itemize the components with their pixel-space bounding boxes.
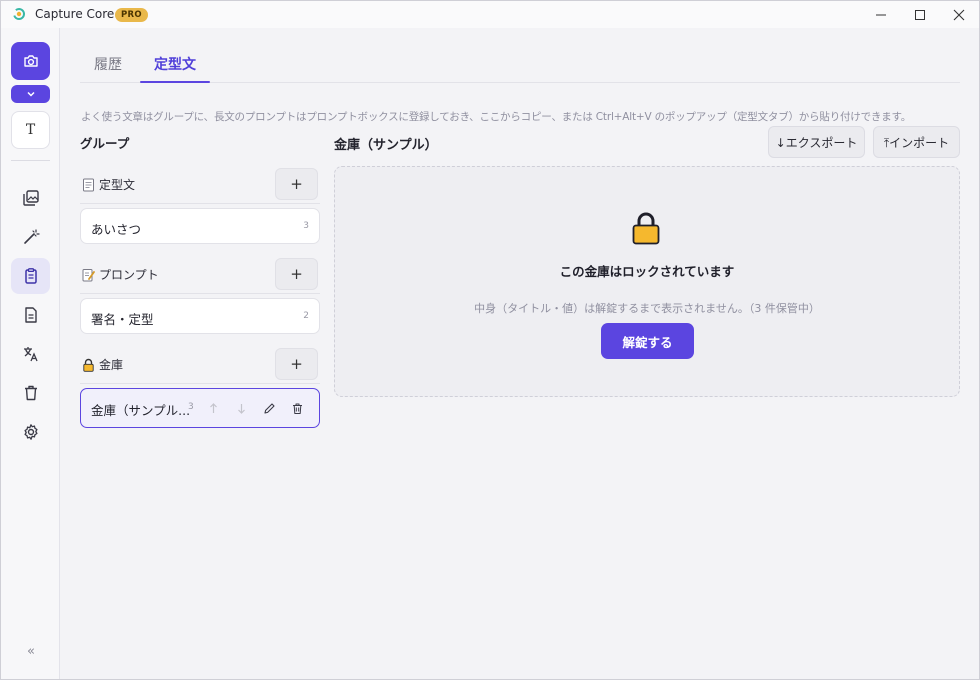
maximize-button[interactable] (900, 1, 940, 28)
minimize-button[interactable] (861, 1, 901, 28)
clipboard-icon (24, 268, 37, 284)
sidebar-item-trash[interactable] (11, 375, 50, 411)
sidebar-item-gallery[interactable] (11, 180, 50, 216)
trash-icon (292, 403, 302, 414)
add-fixed-phrase-group-button[interactable]: + (275, 168, 318, 200)
pencil-memo-icon (82, 268, 95, 281)
section-vault: 金庫 (82, 356, 123, 373)
add-prompt-group-button[interactable]: + (275, 258, 318, 290)
capture-mode-dropdown[interactable] (11, 85, 50, 103)
maximize-icon (915, 9, 925, 20)
tab-fixed-phrases[interactable]: 定型文 (154, 54, 196, 74)
move-down-button[interactable] (233, 400, 249, 416)
unlock-button[interactable]: 解錠する (601, 323, 694, 359)
locked-subtext: 中身（タイトル・値）は解錠するまで表示されません。（3 件保管中） (474, 302, 820, 315)
section-prompts: プロンプト (82, 266, 159, 283)
active-tab-indicator (140, 81, 210, 83)
sidebar-item-snippets[interactable] (11, 258, 50, 294)
groups-heading: グループ (80, 136, 130, 151)
sidebar-divider (11, 160, 50, 161)
lock-icon (83, 358, 94, 372)
section-divider (80, 383, 320, 384)
group-name: 署名・定型 (91, 312, 154, 327)
add-vault-button[interactable]: + (275, 348, 318, 380)
group-item-greetings[interactable]: あいさつ 3 (80, 208, 320, 244)
document-icon (24, 307, 37, 323)
trash-icon (24, 385, 37, 401)
images-icon (22, 190, 39, 206)
lock-icon (632, 212, 660, 245)
pro-badge: PRO (115, 8, 148, 22)
close-button[interactable] (939, 1, 979, 28)
section-label: プロンプト (99, 268, 159, 282)
minimize-icon (876, 14, 886, 15)
move-up-button[interactable] (205, 400, 221, 416)
rename-button[interactable] (261, 400, 277, 416)
group-count: 2 (303, 311, 309, 321)
text-tool-label: T (25, 122, 36, 138)
delete-group-button[interactable] (289, 400, 305, 416)
chevron-down-icon (26, 91, 35, 97)
tab-history[interactable]: 履歴 (94, 54, 122, 74)
vault-title: 金庫（サンプル） (334, 138, 438, 153)
import-button[interactable]: ⤒インポート (873, 126, 960, 158)
group-item-vault-sample[interactable]: 金庫（サンプル... 3 (80, 388, 320, 428)
group-name: 金庫（サンプル... (91, 403, 191, 418)
memo-icon (83, 178, 94, 191)
capture-button[interactable] (11, 42, 50, 80)
sidebar: T « (1, 28, 60, 679)
sidebar-item-documents[interactable] (11, 297, 50, 333)
title-bar: Capture Core PRO (1, 1, 979, 28)
app-title: Capture Core (35, 7, 115, 21)
close-icon (953, 9, 965, 20)
collapse-sidebar-button[interactable]: « (21, 642, 41, 662)
group-count: 3 (303, 221, 309, 231)
sidebar-item-translate[interactable] (11, 336, 50, 372)
sidebar-item-edit[interactable] (11, 219, 50, 255)
translate-icon (23, 347, 38, 362)
camera-icon (23, 55, 38, 67)
pencil-icon (263, 402, 275, 414)
group-count: 3 (188, 402, 194, 412)
arrow-down-icon (237, 403, 245, 414)
arrow-up-icon (209, 402, 217, 413)
sidebar-item-settings[interactable] (11, 414, 50, 450)
section-fixed-phrases: 定型文 (82, 176, 135, 193)
magic-wand-icon (23, 229, 40, 244)
export-button[interactable]: ↓エクスポート (768, 126, 865, 158)
gear-icon (23, 424, 38, 440)
vault-locked-panel: この金庫はロックされています 中身（タイトル・値）は解錠するまで表示されません。… (334, 166, 960, 397)
section-label: 金庫 (99, 358, 124, 372)
tab-bar: 履歴 定型文 (80, 46, 960, 83)
text-capture-button[interactable]: T (11, 111, 50, 149)
group-item-signature[interactable]: 署名・定型 2 (80, 298, 320, 334)
app-logo-icon (13, 8, 25, 20)
group-name: あいさつ (91, 222, 142, 237)
section-divider (80, 293, 320, 294)
locked-message: この金庫はロックされています (559, 264, 735, 279)
section-label: 定型文 (99, 178, 136, 192)
section-divider (80, 203, 320, 204)
usage-hint: よく使う文章はグループに、長文のプロンプトはプロンプトボックスに登録しておき、こ… (81, 111, 912, 123)
